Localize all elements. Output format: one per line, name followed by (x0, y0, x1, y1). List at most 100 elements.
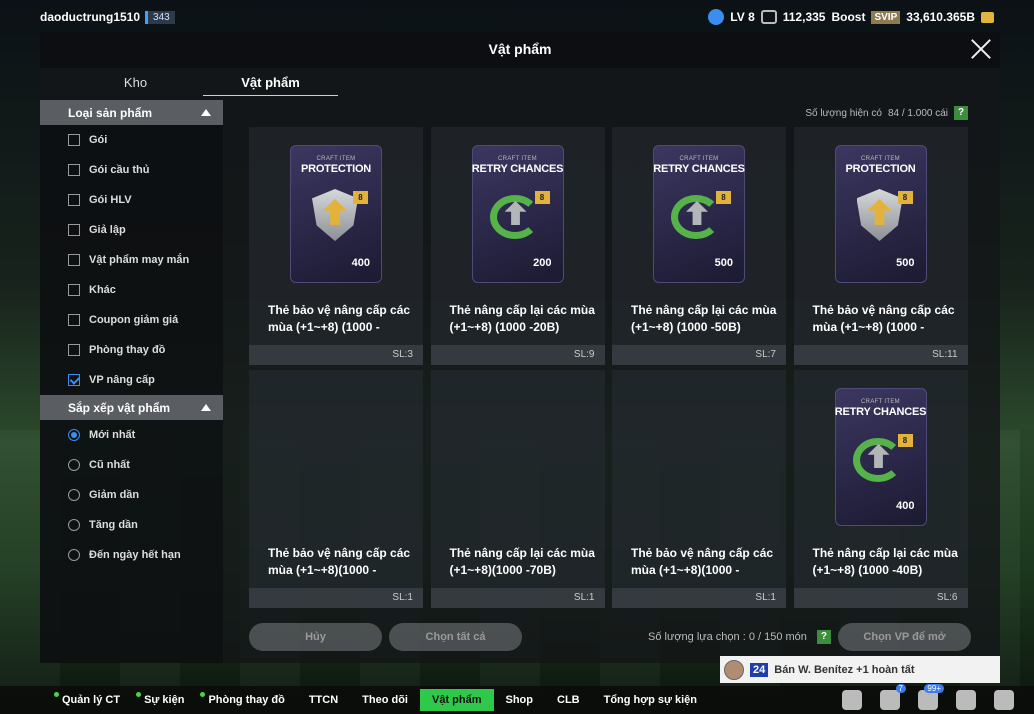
radio[interactable] (68, 429, 80, 441)
level-badge: 8 (353, 191, 368, 204)
checkbox[interactable] (68, 134, 80, 146)
item-title: Thẻ bảo vệ nâng cấp các mùa (+1~+8)(1000… (268, 546, 411, 577)
card-name: RETRY CHANCES (653, 163, 745, 175)
help-icon[interactable]: ? (816, 630, 831, 644)
filter-option[interactable]: VP nâng cấp (40, 365, 223, 395)
item-card[interactable]: Thẻ bảo vệ nâng cấp các mùa (+1~+8)(1000… (249, 370, 423, 608)
level-badge: 8 (897, 434, 913, 447)
nav-item[interactable]: Phòng thay đồ (196, 689, 296, 711)
section-product-type[interactable]: Loại sản phẩm (40, 100, 223, 125)
filter-option[interactable]: Gói cầu thủ (40, 155, 223, 185)
sort-option[interactable]: Cũ nhất (40, 450, 223, 480)
home-icon[interactable]: 7 (880, 684, 906, 710)
filter-label: Giả lập (89, 224, 126, 236)
item-quantity: SL:6 (793, 588, 968, 608)
bottom-nav: Quản lý CT Sự kiện Phòng thay đồ TTCN Theo d… (0, 684, 1034, 714)
filter-option[interactable]: Gói HLV (40, 185, 223, 215)
item-quantity: SL:3 (249, 345, 423, 365)
sort-label: Đến ngày hết hạn (89, 549, 181, 561)
currency-bar: LV 8 112,335 Boost SVIP 33,610.365B (708, 9, 994, 25)
nav-item[interactable]: Quản lý CT (50, 689, 132, 711)
checkbox[interactable] (68, 314, 80, 326)
checkbox[interactable] (68, 284, 80, 296)
card-name: RETRY CHANCES (834, 406, 927, 418)
item-card[interactable]: Thẻ bảo vệ nâng cấp các mùa (+1~+8)(1000… (612, 370, 786, 608)
avatar (724, 659, 744, 680)
filter-option[interactable]: Coupon giảm giá (40, 305, 223, 335)
card-name: PROTECTION (300, 163, 372, 175)
radio[interactable] (68, 519, 80, 531)
sort-option[interactable]: Đến ngày hết hạn (40, 540, 223, 570)
nav-item[interactable]: TTCN (297, 689, 350, 711)
filter-option[interactable]: Gói (40, 125, 223, 155)
checkbox[interactable] (68, 374, 80, 386)
nav-item[interactable]: Tổng hợp sự kiện (592, 689, 709, 711)
nav-item[interactable]: Theo dõi (350, 689, 420, 711)
open-selected-button[interactable]: Chọn VP để mở (838, 623, 971, 651)
nav-item[interactable]: Sự kiện (132, 689, 196, 711)
item-card[interactable]: CRAFT ITEM RETRY CHANCES 8 400 Thẻ nâng cấp … (793, 370, 968, 608)
checkbox[interactable] (68, 344, 80, 356)
item-card[interactable]: CRAFT ITEM RETRY CHANCES 8 500 Thẻ nâng cấp … (612, 127, 786, 365)
card-value: 500 (714, 257, 733, 269)
checkbox[interactable] (68, 164, 80, 176)
checkbox[interactable] (68, 194, 80, 206)
username: daoductrung1510 (40, 10, 141, 24)
cancel-button[interactable]: Hủy (249, 623, 382, 651)
item-quantity: SL:1 (249, 588, 423, 608)
filter-label: Gói HLV (89, 194, 132, 206)
item-card-image: CRAFT ITEM RETRY CHANCES 8 200 (471, 145, 564, 283)
tab-kho[interactable]: Kho (68, 72, 203, 96)
radio[interactable] (68, 459, 80, 471)
balance-value: 33,610.365B (906, 10, 975, 24)
item-card[interactable]: CRAFT ITEM PROTECTION 8 400 Thẻ bảo vệ nâng … (249, 127, 423, 365)
tab-vat-pham[interactable]: Vật phẩm (203, 72, 338, 96)
chat-icon[interactable] (842, 690, 862, 710)
item-card[interactable]: Thẻ nâng cấp lại các mùa (+1~+8)(1000 -7… (430, 370, 605, 608)
smile-icon (708, 9, 725, 25)
filter-label: Khác (89, 284, 116, 296)
count-label: Số lượng hiện có (805, 107, 882, 119)
level-badge: 8 (716, 191, 731, 204)
collapse-icon (201, 109, 211, 116)
bell-icon[interactable]: 99+ (918, 684, 944, 710)
nav-item[interactable]: Vật phẩm (419, 689, 494, 711)
sort-option[interactable]: Giảm dần (40, 480, 223, 510)
items-modal: Vật phẩm Kho Vật phẩm Loại sản phẩm Gói G… (40, 32, 1000, 663)
collapse-icon (201, 404, 211, 411)
card-tag: CRAFT ITEM (861, 399, 900, 405)
help-icon[interactable]: ? (954, 106, 968, 120)
item-card[interactable]: CRAFT ITEM PROTECTION 8 500 Thẻ bảo vệ nâng … (793, 127, 968, 365)
filter-option[interactable]: Giả lập (40, 215, 223, 245)
item-quantity: SL:7 (612, 345, 786, 365)
coin-icon (760, 10, 777, 24)
close-icon[interactable] (968, 36, 994, 62)
item-quantity: SL:9 (430, 345, 605, 365)
filter-option[interactable]: Phòng thay đồ (40, 335, 223, 365)
tab-bar: Kho Vật phẩm (68, 72, 338, 96)
checkbox[interactable] (68, 254, 80, 266)
item-card[interactable]: CRAFT ITEM RETRY CHANCES 8 200 Thẻ nâng cấp … (430, 127, 605, 365)
nav-item[interactable]: CLB (545, 689, 592, 711)
profile-icon[interactable] (956, 690, 976, 710)
filter-option[interactable]: Khác (40, 275, 223, 305)
sort-option[interactable]: Tăng dần (40, 510, 223, 540)
gear-icon[interactable] (994, 690, 1014, 710)
card-tag: CRAFT ITEM (861, 156, 900, 162)
sort-option[interactable]: Mới nhất (40, 420, 223, 450)
level-badge: 8 (534, 191, 550, 204)
filter-option[interactable]: Vật phẩm may mắn (40, 245, 223, 275)
item-count: Số lượng hiện có 84 / 1.000 cái ? (805, 106, 968, 120)
section-sort[interactable]: Sắp xếp vật phẩm (40, 395, 223, 420)
coins-value: 112,335 (782, 10, 826, 24)
item-card-image: CRAFT ITEM RETRY CHANCES 8 400 (834, 388, 927, 526)
select-all-button[interactable]: Chọn tất cả (389, 623, 522, 651)
item-title: Thẻ bảo vệ nâng cấp các mùa (+1~+8)(1000… (631, 546, 774, 577)
nav-item[interactable]: Shop (494, 689, 546, 711)
section-product-type-label: Loại sản phẩm (68, 105, 153, 120)
radio[interactable] (68, 549, 80, 561)
checkbox[interactable] (68, 224, 80, 236)
radio[interactable] (68, 489, 80, 501)
sort-list: Mới nhất Cũ nhất Giảm dần Tăng dần Đến ngày … (40, 420, 223, 570)
gold-icon (981, 11, 994, 23)
